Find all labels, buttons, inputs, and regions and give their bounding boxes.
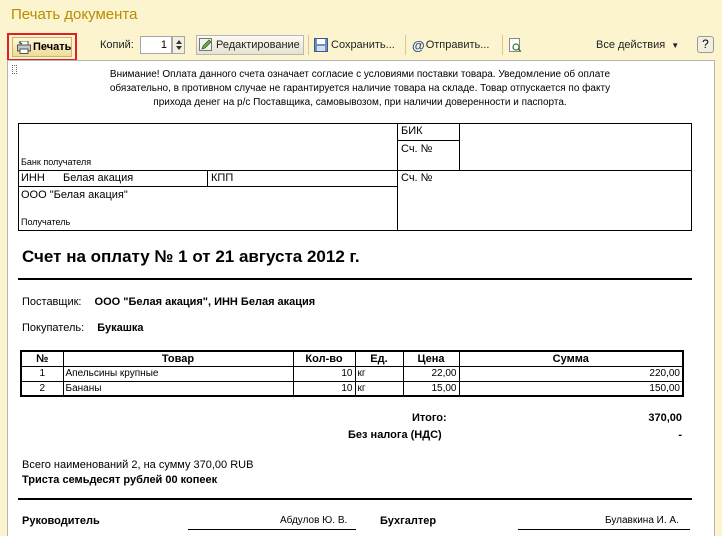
bank-label: Банк получателя (21, 157, 92, 167)
accountant-signature-line (518, 529, 690, 530)
all-actions-menu[interactable]: Все действия ▼ (596, 35, 679, 55)
quantity: 10 (292, 380, 356, 397)
document-cursor-marker (12, 65, 17, 74)
column-header: Цена (402, 350, 460, 367)
print-button[interactable]: Печать (12, 37, 72, 57)
table-divider (459, 124, 460, 170)
copies-stepper[interactable] (172, 36, 185, 54)
send-button[interactable]: @ Отправить... (412, 35, 489, 55)
floppy-disk-icon (314, 38, 328, 52)
print-button-label: Печать (33, 41, 72, 53)
pencil-icon (199, 38, 213, 52)
bank-requisites-table: БИК Сч. № Банк получателя ИНН Белая акац… (18, 123, 692, 231)
amount-in-words: Триста семьдесят рублей 00 копеек (22, 474, 218, 486)
row-number: 1 (20, 365, 64, 382)
accountant-name: Булавкина И. А. (605, 515, 679, 526)
dropdown-arrow-icon: ▼ (671, 40, 680, 50)
kpp-label: КПП (211, 172, 234, 184)
buyer-row: Покупатель: Букашка (22, 322, 144, 334)
window-title: Печать документа (11, 6, 138, 23)
notice-line: обязательно, в противном случае не гаран… (109, 83, 611, 94)
chevron-up-icon[interactable] (176, 40, 182, 44)
price: 15,00 (402, 380, 460, 397)
title-underline (18, 278, 692, 280)
bik-label: БИК (401, 125, 423, 137)
total-value: 370,00 (648, 412, 682, 424)
send-button-label: Отправить... (425, 39, 490, 51)
total-label: Итого: (412, 412, 447, 424)
line-sum: 220,00 (458, 365, 684, 382)
notice-line: прихода денег на р/с Поставщика, самовыв… (153, 97, 567, 108)
copies-input[interactable]: 1 (140, 36, 172, 54)
print-document-window: Печать документа Печать Копий: 1 Редакти… (0, 0, 722, 536)
supplier-row: Поставщик: ООО "Белая акация", ИНН Белая… (22, 296, 315, 308)
payment-notice: Внимание! Оплата данного счета означает … (18, 68, 702, 110)
price: 22,00 (402, 365, 460, 382)
edit-button-label: Редактирование (216, 39, 300, 51)
copies-label: Копий: (100, 39, 134, 51)
buyer-value: Букашка (97, 322, 144, 334)
director-label: Руководитель (22, 515, 100, 527)
print-button-highlight: Печать (7, 33, 77, 61)
table-row: 1 Апельсины крупные 10 кг 22,00 220,00 (20, 365, 684, 382)
column-header: № (20, 350, 64, 367)
chevron-down-icon[interactable] (176, 46, 182, 50)
table-divider (207, 170, 208, 186)
table-divider (19, 170, 691, 171)
toolbar-separator (405, 35, 406, 55)
recipient-label: Получатель (21, 217, 71, 227)
all-actions-label: Все действия (596, 39, 666, 51)
unit: кг (354, 365, 404, 382)
help-button[interactable]: ? (697, 36, 714, 53)
document-preview[interactable]: Внимание! Оплата данного счета означает … (7, 60, 715, 536)
buyer-label: Покупатель: (22, 322, 85, 334)
row-number: 2 (20, 380, 64, 397)
table-divider (397, 140, 460, 141)
account-label: Сч. № (401, 143, 433, 155)
product-name: Апельсины крупные (62, 365, 294, 382)
supplier-value: ООО "Белая акация", ИНН Белая акация (94, 296, 316, 308)
at-sign-icon: @ (412, 37, 425, 53)
account-label: Сч. № (401, 172, 433, 184)
save-button-label: Сохранить... (331, 39, 395, 51)
table-header-row: № Товар Кол-во Ед. Цена Сумма (20, 350, 684, 367)
line-sum: 150,00 (458, 380, 684, 397)
toolbar-separator (502, 35, 503, 55)
invoice-title: Счет на оплату № 1 от 21 августа 2012 г. (22, 247, 360, 266)
director-name: Абдулов Ю. В. (280, 515, 348, 526)
print-preview-button[interactable] (508, 35, 525, 55)
signature-separator (18, 498, 692, 500)
director-signature-line (188, 529, 356, 530)
product-name: Бананы (62, 380, 294, 397)
vat-label: Без налога (НДС) (348, 429, 442, 441)
notice-line: Внимание! Оплата данного счета означает … (109, 69, 611, 80)
table-divider (19, 186, 397, 187)
summary-line: Всего наименований 2, на сумму 370,00 RU… (22, 459, 254, 471)
edit-toggle-button[interactable]: Редактирование (196, 35, 304, 55)
save-button[interactable]: Сохранить... (314, 35, 395, 55)
supplier-label: Поставщик: (22, 296, 82, 308)
unit: кг (354, 380, 404, 397)
recipient-name: ООО "Белая акация" (21, 189, 128, 201)
print-preview-icon (508, 38, 522, 53)
column-header: Ед. (354, 350, 404, 367)
accountant-label: Бухгалтер (380, 515, 437, 527)
printer-icon (17, 40, 31, 54)
quantity: 10 (292, 365, 356, 382)
vat-value: - (678, 429, 682, 441)
toolbar-separator (308, 35, 309, 55)
goods-table: № Товар Кол-во Ед. Цена Сумма 1 Апельсин… (20, 350, 684, 397)
column-header: Товар (62, 350, 294, 367)
toolbar: Печать Копий: 1 Редактирование Сохранить… (0, 30, 722, 61)
inn-value: Белая акация (63, 172, 134, 184)
table-row: 2 Бананы 10 кг 15,00 150,00 (20, 380, 684, 397)
inn-label: ИНН (21, 172, 45, 184)
column-header: Кол-во (292, 350, 356, 367)
column-header: Сумма (458, 350, 684, 367)
